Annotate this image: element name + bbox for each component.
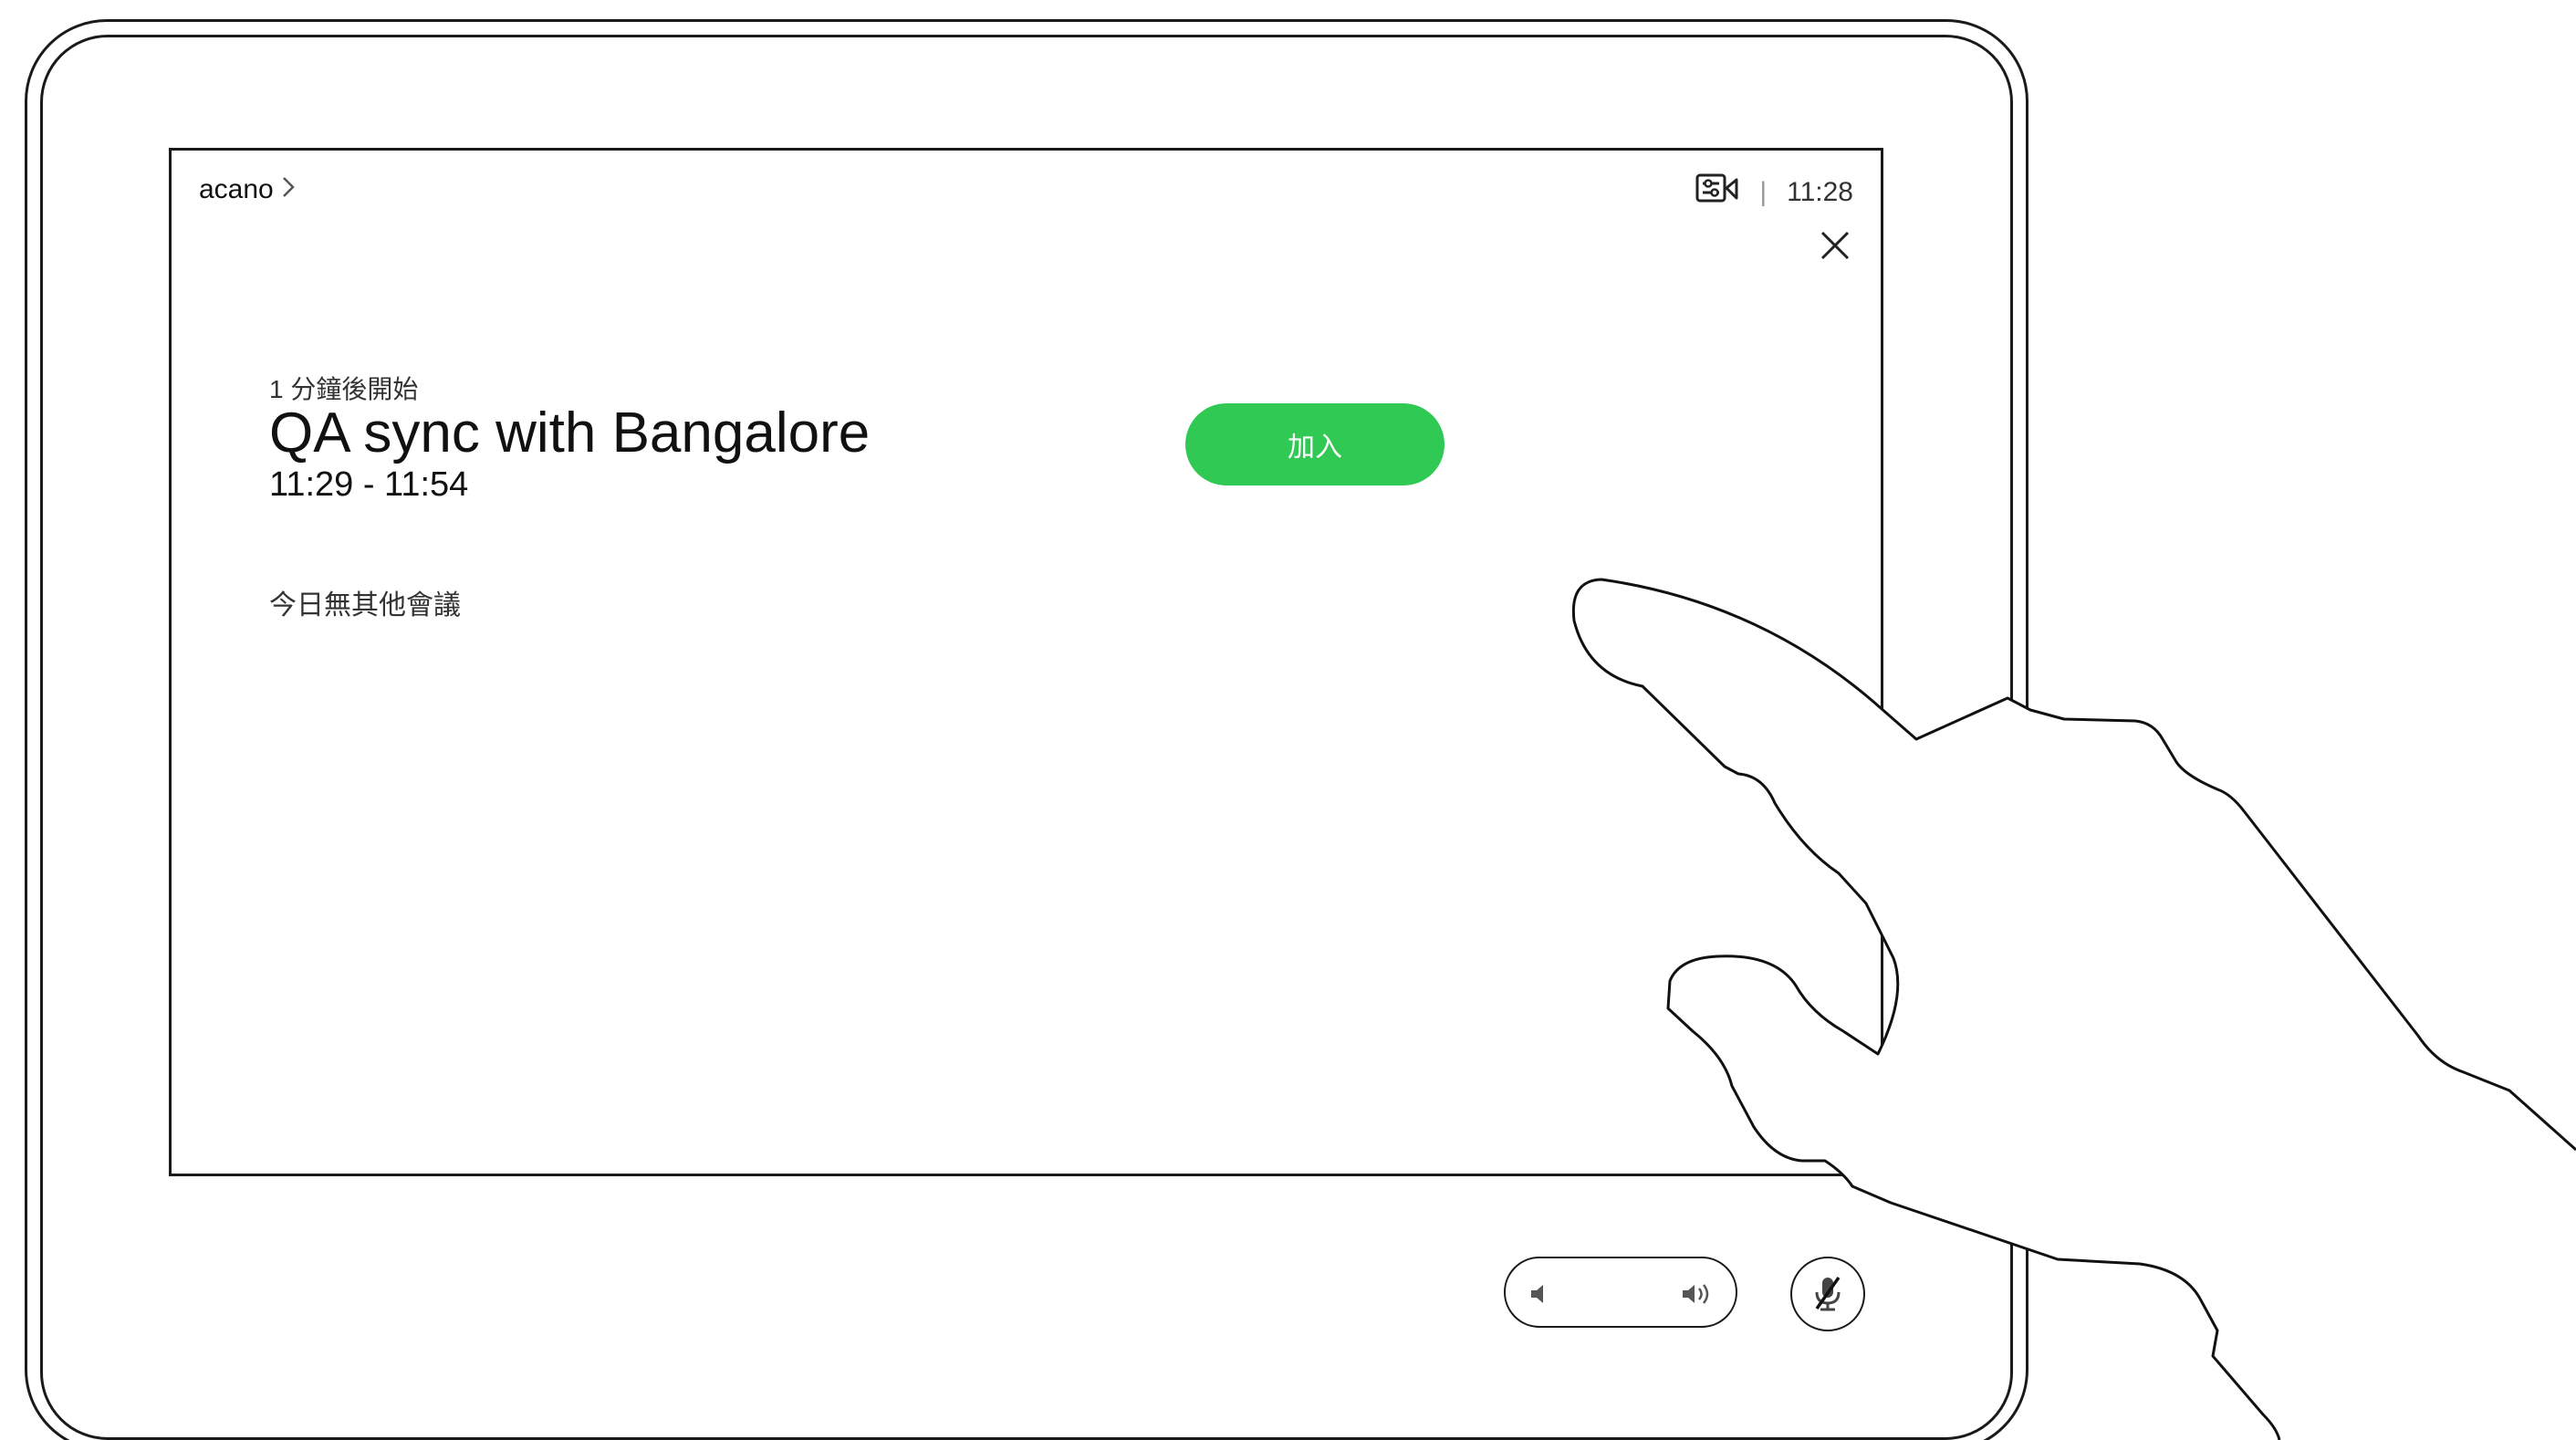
stage: acano | 11:28 1 分鐘後開始 QA sync with Banga… — [0, 0, 2576, 1440]
join-button[interactable]: 加入 — [1185, 403, 1444, 485]
microphone-muted-icon — [1815, 1276, 1841, 1311]
close-icon — [1820, 231, 1850, 260]
breadcrumb[interactable]: acano — [199, 172, 296, 206]
meeting-title: QA sync with Bangalore — [269, 402, 871, 464]
meeting-info: 1 分鐘後開始 QA sync with Bangalore 11:29 - 1… — [269, 374, 870, 504]
microphone-mute-button[interactable] — [1790, 1257, 1865, 1331]
volume-up-icon[interactable] — [1681, 1280, 1714, 1308]
breadcrumb-label: acano — [199, 173, 274, 204]
touch-screen: acano | 11:28 — [169, 148, 1883, 1176]
close-button[interactable] — [1817, 227, 1853, 264]
clock: 11:28 — [1787, 177, 1853, 207]
camera-settings-icon[interactable] — [1695, 172, 1739, 213]
status-bar: | 11:28 — [1695, 172, 1853, 213]
meeting-start-status: 1 分鐘後開始 — [269, 375, 419, 403]
volume-control[interactable] — [1504, 1257, 1737, 1328]
chevron-right-icon — [281, 172, 296, 206]
status-separator: | — [1759, 177, 1768, 207]
volume-down-icon[interactable] — [1528, 1280, 1555, 1308]
no-more-meetings-text: 今日無其他會議 — [269, 590, 461, 621]
meeting-time-range: 11:29 - 11:54 — [269, 465, 469, 504]
